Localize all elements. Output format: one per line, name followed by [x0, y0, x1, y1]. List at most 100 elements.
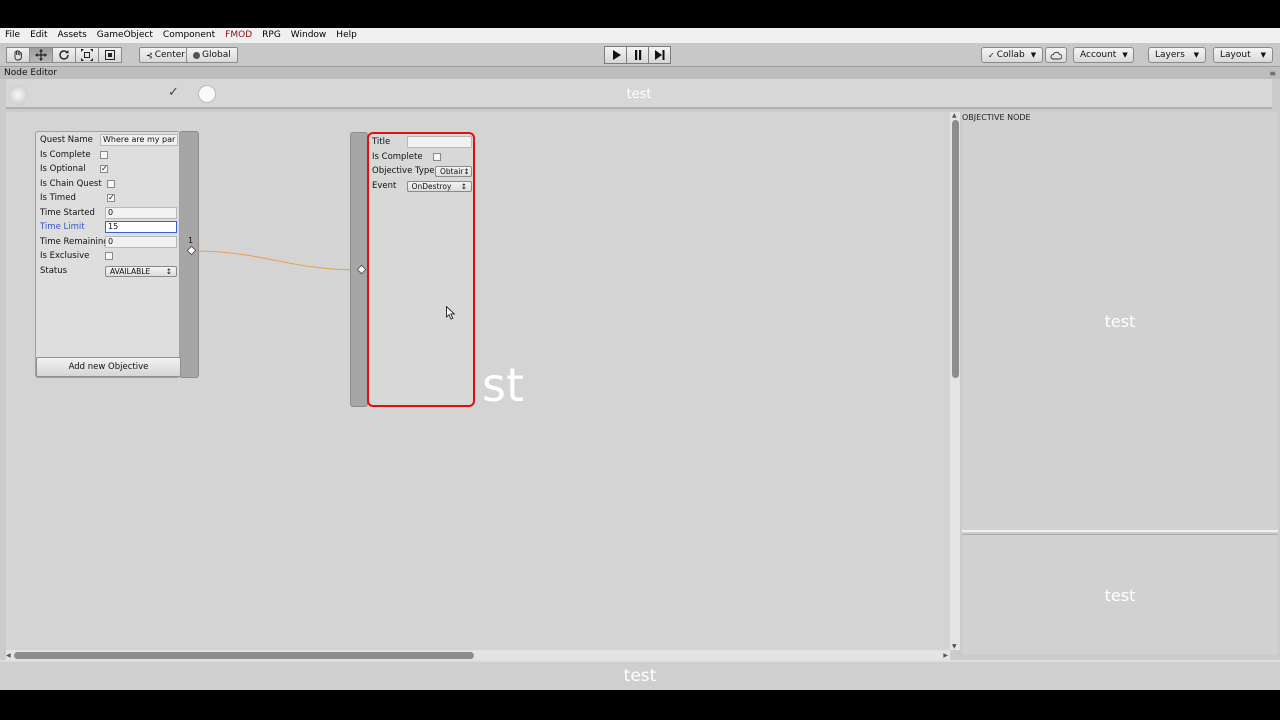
menu-file[interactable]: File — [0, 28, 25, 43]
canvas-overlay-text: st — [482, 358, 525, 412]
cloud-button[interactable] — [1045, 47, 1067, 63]
tab-node-editor[interactable]: Node Editor — [4, 68, 57, 79]
menu-bar: File Edit Assets GameObject Component FM… — [0, 28, 1280, 43]
objective-is-complete-row: Is Complete — [372, 151, 472, 163]
horizontal-scroll-thumb[interactable] — [14, 652, 474, 659]
quest-node[interactable]: Quest Name Where are my par Is Complete … — [35, 131, 181, 378]
node-editor-header: ✓ test — [6, 79, 1272, 109]
horizontal-scrollbar[interactable]: ◀ ▶ — [6, 650, 950, 660]
is-exclusive-row: Is Exclusive — [40, 249, 178, 263]
pivot-center-button[interactable]: ⊰ Center — [139, 47, 192, 63]
objective-inspector-panel: OBJECTIVE NODE test — [962, 112, 1278, 532]
time-started-field[interactable]: 0 — [105, 207, 177, 219]
pivot-icon: ⊰ — [146, 50, 153, 60]
menu-gameobject[interactable]: GameObject — [92, 28, 158, 43]
check-circle-icon: ✓ — [988, 50, 995, 60]
time-started-row: Time Started 0 — [40, 206, 178, 220]
hand-tool-button[interactable] — [6, 47, 30, 63]
layers-dropdown[interactable]: Layers ▼ — [1148, 47, 1206, 63]
pause-button[interactable] — [626, 46, 649, 64]
add-new-objective-button[interactable]: Add new Objective — [36, 357, 181, 377]
node-editor-footer: test — [0, 660, 1280, 690]
is-chain-quest-row: Is Chain Quest — [40, 177, 178, 191]
footer-title: test — [623, 666, 657, 686]
updown-arrow-icon: ↕ — [463, 166, 470, 176]
vertical-scroll-thumb[interactable] — [952, 120, 959, 378]
quest-name-field[interactable]: Where are my par — [100, 134, 178, 146]
node-editor-panel: ✓ test Quest Name Where are my par Is Co… — [0, 79, 1280, 690]
menu-rpg[interactable]: RPG — [257, 28, 286, 43]
node-canvas[interactable]: Quest Name Where are my par Is Complete … — [6, 112, 950, 650]
unity-editor-window: File Edit Assets GameObject Component FM… — [0, 28, 1280, 690]
rect-tool-button[interactable] — [98, 47, 122, 63]
transform-tools — [6, 47, 122, 63]
layout-dropdown[interactable]: Layout ▼ — [1213, 47, 1273, 63]
move-tool-button[interactable] — [29, 47, 53, 63]
collab-button[interactable]: ✓ Collab ▼ — [981, 47, 1044, 63]
mouse-cursor-icon — [446, 306, 456, 320]
time-remaining-field[interactable]: 0 — [105, 236, 177, 248]
menu-component[interactable]: Component — [158, 28, 220, 43]
account-dropdown[interactable]: Account ▼ — [1073, 47, 1134, 63]
is-timed-checkbox[interactable]: ✓ — [107, 194, 115, 202]
time-limit-field[interactable]: 15 — [105, 221, 177, 233]
pivot-global-button[interactable]: Global — [186, 47, 238, 63]
objective-type-dropdown[interactable]: Obtair ↕ — [435, 165, 472, 177]
panel-top-text: test — [1104, 312, 1136, 331]
vertical-scrollbar[interactable]: ▲ ▼ — [950, 112, 960, 650]
is-optional-row: Is Optional ✓ — [40, 164, 108, 174]
status-row: Status AVAILABLE ↕ — [40, 264, 178, 278]
chevron-down-icon: ▼ — [1122, 51, 1128, 59]
panel-header: OBJECTIVE NODE — [962, 113, 1031, 122]
scale-tool-button[interactable] — [75, 47, 99, 63]
pause-icon — [634, 50, 641, 60]
step-button[interactable] — [648, 46, 671, 64]
bottom-info-panel: test — [962, 534, 1278, 655]
is-exclusive-checkbox[interactable] — [105, 252, 113, 260]
scroll-down-icon[interactable]: ▼ — [952, 643, 957, 650]
rotate-icon — [59, 50, 69, 60]
scroll-right-icon[interactable]: ▶ — [943, 652, 948, 659]
header-title: test — [626, 87, 652, 102]
scroll-up-icon[interactable]: ▲ — [952, 112, 957, 119]
menu-fmod[interactable]: FMOD — [220, 28, 257, 43]
title-row: Title — [372, 136, 472, 148]
quest-name-row: Quest Name Where are my par — [40, 133, 178, 147]
play-button[interactable] — [604, 46, 627, 64]
updown-arrow-icon: ↕ — [460, 181, 467, 191]
chevron-down-icon: ▼ — [1260, 51, 1266, 59]
objective-is-complete-checkbox[interactable] — [433, 153, 441, 161]
is-timed-row: Is Timed ✓ — [40, 193, 115, 203]
rotate-tool-button[interactable] — [52, 47, 76, 63]
is-complete-row: Is Complete — [40, 148, 178, 162]
chevron-down-icon: ▼ — [1030, 51, 1037, 59]
objective-node[interactable]: Title Is Complete Objective Type Obtair … — [367, 132, 475, 407]
move-icon — [35, 49, 47, 61]
updown-arrow-icon: ↕ — [165, 266, 172, 276]
objective-type-row: Objective Type Obtair ↕ — [372, 165, 472, 177]
cloud-icon — [1050, 51, 1062, 59]
quest-node-handle[interactable] — [179, 131, 199, 378]
is-chain-quest-checkbox[interactable] — [107, 180, 115, 188]
playback-controls — [604, 46, 671, 64]
time-limit-row: Time Limit 15 — [40, 220, 178, 234]
event-row: Event OnDestroy ↕ — [372, 180, 472, 192]
panel-bottom-text: test — [1104, 586, 1136, 605]
rect-icon — [105, 50, 115, 60]
title-field[interactable] — [406, 136, 472, 148]
port-number: 1 — [188, 236, 194, 245]
main-toolbar: ⊰ Center Global ✓ Collab ▼ Account ▼ Lay… — [0, 43, 1280, 67]
is-optional-checkbox[interactable]: ✓ — [100, 165, 108, 173]
tab-menu-icon[interactable]: ≡ — [1269, 69, 1276, 78]
hand-icon — [14, 50, 22, 61]
menu-assets[interactable]: Assets — [53, 28, 92, 43]
menu-edit[interactable]: Edit — [25, 28, 52, 43]
scroll-left-icon[interactable]: ◀ — [6, 652, 11, 659]
status-dropdown[interactable]: AVAILABLE ↕ — [105, 265, 177, 277]
event-dropdown[interactable]: OnDestroy ↕ — [406, 180, 472, 192]
play-icon — [612, 50, 621, 60]
is-complete-checkbox[interactable] — [100, 151, 108, 159]
menu-help[interactable]: Help — [331, 28, 362, 43]
menu-window[interactable]: Window — [286, 28, 332, 43]
time-remaining-row: Time Remaining 0 — [40, 235, 178, 249]
